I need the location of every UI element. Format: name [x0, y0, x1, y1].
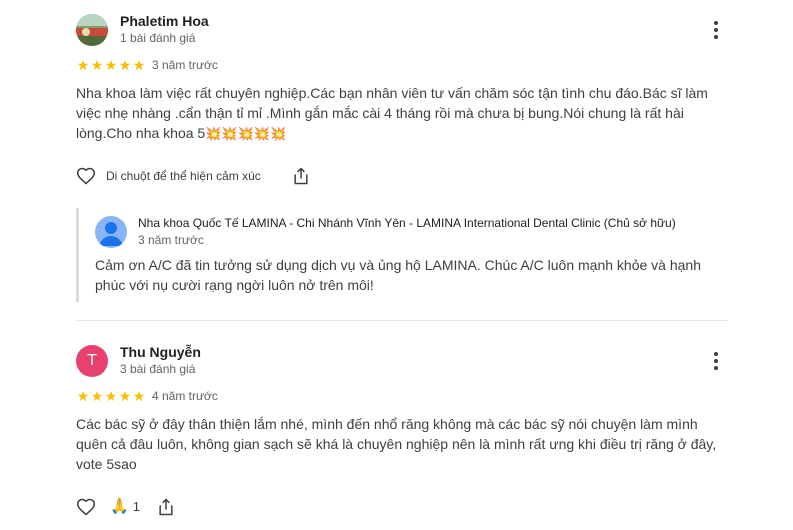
review-text: Nha khoa làm việc rất chuyên nghiệp.Các … [76, 83, 726, 144]
heart-outline-icon [76, 167, 96, 185]
star-icon: ★ [118, 57, 132, 73]
owner-reply-text: Cảm ơn A/C đã tin tưởng sử dụng dịch vụ … [95, 257, 701, 293]
review-text-body: Nha khoa làm việc rất chuyên nghiệp.Các … [76, 85, 708, 141]
more-options-icon[interactable] [706, 20, 726, 40]
reviewer-avatar-photo[interactable] [76, 14, 108, 46]
review-time: 4 năm trước [152, 389, 218, 403]
review-text: Các bác sỹ ở đây thân thiện lắm nhé, mìn… [76, 416, 717, 472]
reviewer-avatar[interactable]: T [76, 345, 108, 377]
star-icon: ★ [76, 57, 90, 73]
star-icon: ★ [132, 57, 146, 73]
like-button[interactable]: Di chuột để thể hiện cảm xúc [76, 166, 261, 186]
star-icon: ★ [104, 388, 118, 404]
share-button[interactable] [156, 497, 176, 517]
reaction-count: 1 [132, 498, 140, 514]
review-divider [76, 320, 728, 321]
review-time: 3 năm trước [152, 58, 218, 72]
reviewer-review-count: 3 bài đánh giá [120, 362, 196, 376]
avatar-letter: T [87, 352, 97, 369]
star-icon: ★ [90, 388, 104, 404]
share-icon [159, 498, 173, 516]
pray-emoji: 🙏 [110, 498, 129, 515]
share-button[interactable] [291, 166, 311, 186]
share-icon [294, 167, 308, 185]
owner-reply: Nha khoa Quốc Tế LAMINA - Chi Nhánh Vĩnh… [76, 208, 719, 302]
reviewer-name[interactable]: Thu Nguyễn [120, 344, 201, 360]
heart-outline-icon [76, 498, 96, 516]
star-icon: ★ [132, 388, 146, 404]
star-icon: ★ [90, 57, 104, 73]
star-rating: ★ ★ ★ ★ ★ [76, 58, 146, 72]
reaction-hint: Di chuột để thể hiện cảm xúc [106, 169, 261, 183]
review-emoji: 💥💥💥💥💥 [205, 126, 287, 141]
reviewer-name[interactable]: Phaletim Hoa [120, 13, 209, 29]
more-options-icon[interactable] [706, 351, 726, 371]
star-icon: ★ [104, 57, 118, 73]
owner-reply-time: 3 năm trước [138, 233, 204, 247]
reviewer-review-count: 1 bài đánh giá [120, 31, 196, 45]
like-button[interactable] [76, 497, 96, 517]
star-icon: ★ [118, 388, 132, 404]
owner-name[interactable]: Nha khoa Quốc Tế LAMINA - Chi Nhánh Vĩnh… [138, 216, 676, 230]
owner-avatar [95, 216, 127, 248]
star-rating: ★ ★ ★ ★ ★ [76, 389, 146, 403]
reaction-chip[interactable]: 🙏 1 [110, 497, 140, 515]
star-icon: ★ [76, 388, 90, 404]
person-icon [99, 222, 123, 246]
